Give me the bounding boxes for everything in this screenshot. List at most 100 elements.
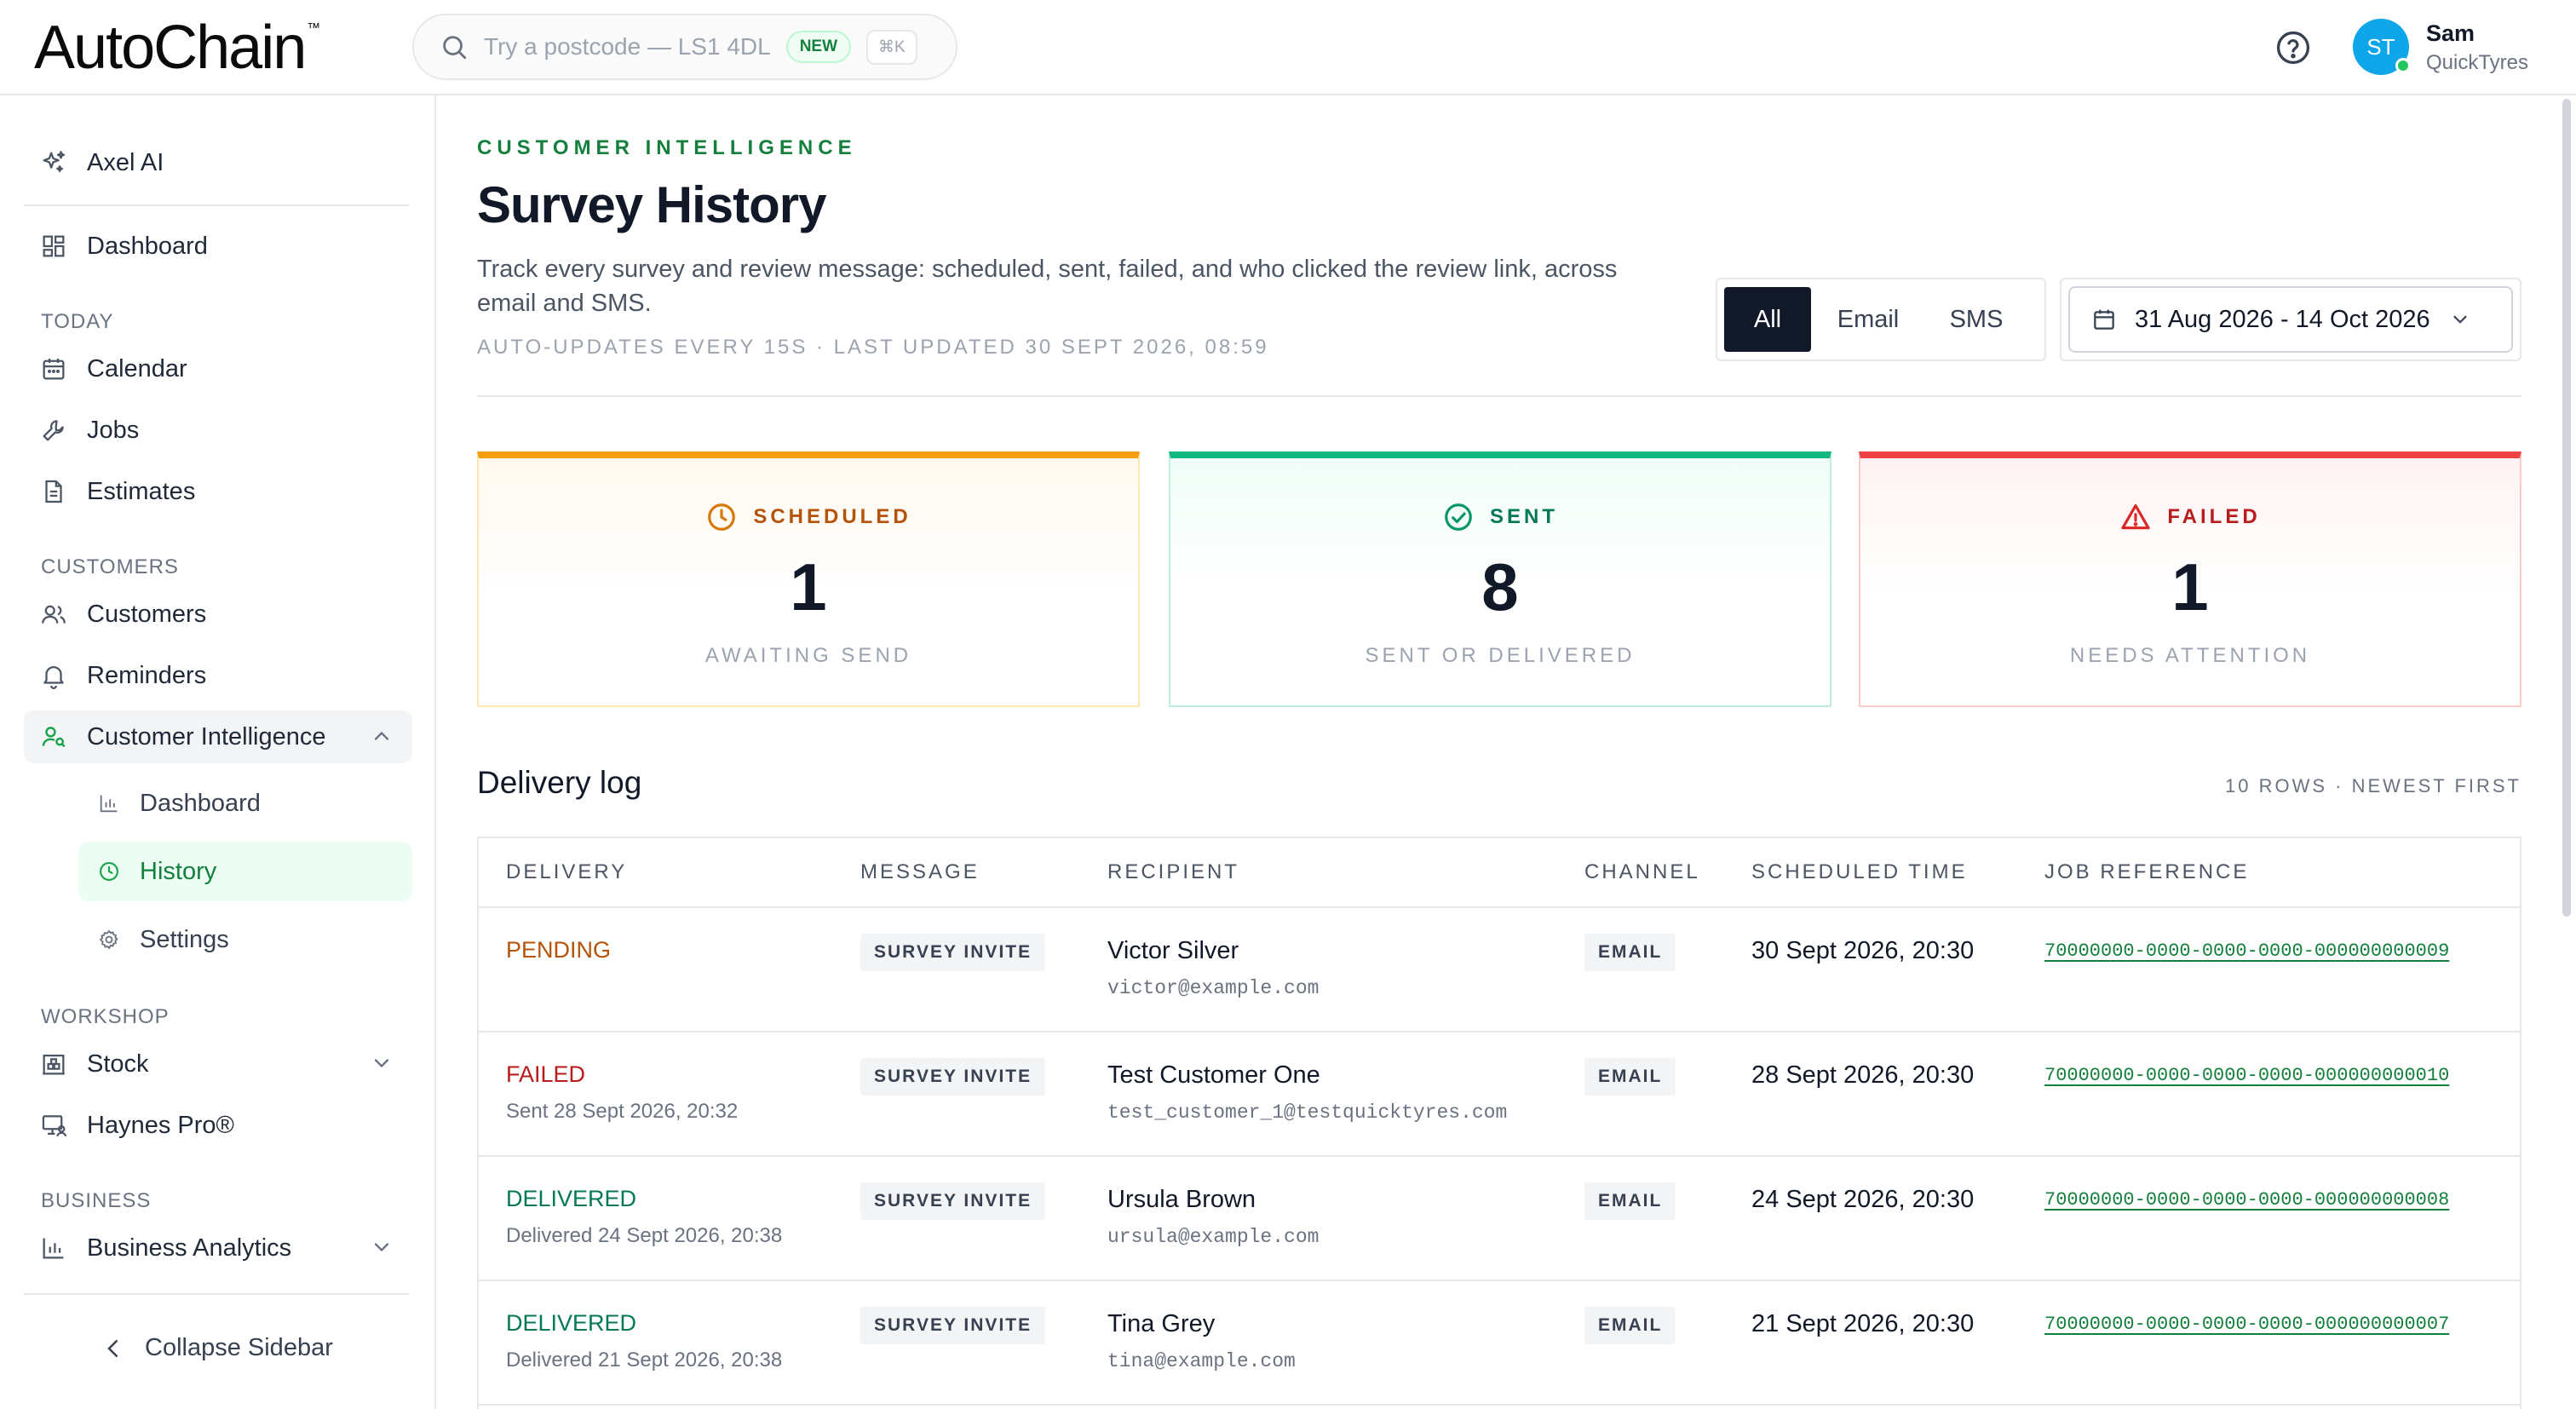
- stat-caption: SENT OR DELIVERED: [1365, 644, 1636, 667]
- sidebar-divider: [24, 204, 409, 206]
- table-row[interactable]: FAILED Sent 28 Sept 2026, 20:32 SURVEY I…: [479, 1032, 2520, 1157]
- message-type-tag: SURVEY INVITE: [860, 934, 1046, 971]
- scheduled-time: 30 Sept 2026, 20:30: [1751, 937, 1975, 964]
- sidebar-item-calendar[interactable]: Calendar: [24, 342, 412, 395]
- document-icon: [45, 480, 62, 503]
- warehouse-icon: [43, 1054, 65, 1075]
- search-placeholder: Try a postcode — LS1 4DL: [484, 33, 771, 60]
- filter-sms[interactable]: SMS: [1925, 287, 2027, 352]
- page-description: Track every survey and review message: s…: [477, 256, 1618, 317]
- filter-all[interactable]: All: [1724, 287, 1811, 352]
- collapse-sidebar-button[interactable]: Collapse Sidebar: [101, 1334, 333, 1362]
- sidebar-item-jobs[interactable]: Jobs: [24, 404, 412, 457]
- column-header-delivery: DELIVERY: [506, 860, 628, 883]
- sidebar-item-reminders[interactable]: Reminders: [24, 649, 412, 702]
- date-range-value: 31 Aug 2026 - 14 Oct 2026: [2135, 305, 2430, 333]
- bar-chart-icon: [100, 795, 118, 813]
- recipient-email: tina@example.com: [1107, 1350, 1296, 1372]
- sidebar: Axel AI Dashboard TODAY Calendar Jobs Es…: [0, 95, 436, 1409]
- help-icon[interactable]: [2274, 29, 2312, 66]
- user-insight-icon: [42, 727, 66, 748]
- delivery-log-meta: 10 ROWS · NEWEST FIRST: [2225, 775, 2521, 797]
- recipient-email: victor@example.com: [1107, 977, 1320, 999]
- chevron-down-icon: [374, 1059, 389, 1068]
- user-organisation: QuickTyres: [2426, 51, 2529, 74]
- chevron-down-icon: [374, 1243, 389, 1252]
- date-range-picker: 31 Aug 2026 - 14 Oct 2026: [2060, 278, 2521, 361]
- autochain-logo[interactable]: Auto Chain ™: [34, 12, 320, 83]
- delivery-status-detail: Delivered 21 Sept 2026, 20:38: [506, 1349, 783, 1372]
- recipient-name: Ursula Brown: [1107, 1186, 1256, 1213]
- bell-icon: [43, 666, 64, 689]
- stat-label: SENT: [1489, 505, 1558, 528]
- sidebar-item-estimates[interactable]: Estimates: [24, 465, 412, 518]
- table-row[interactable]: PENDING SURVEY INVITE Victor Silver vict…: [479, 908, 2520, 1032]
- clock-icon: [708, 503, 736, 531]
- delivery-status: PENDING: [506, 937, 612, 963]
- user-name[interactable]: Sam: [2426, 20, 2475, 47]
- delivery-log-title: Delivery log: [477, 765, 642, 800]
- sidebar-divider: [24, 1293, 409, 1295]
- stat-value: 1: [790, 549, 827, 624]
- section-today: TODAY: [41, 310, 114, 333]
- job-reference-link[interactable]: 70000000-0000-0000-0000-000000000009: [2044, 940, 2449, 962]
- channel-tag: EMAIL: [1584, 934, 1676, 971]
- page-title: Survey History: [477, 176, 827, 233]
- delivery-status-detail: Sent 28 Sept 2026, 20:32: [506, 1100, 739, 1123]
- channel-tag: EMAIL: [1584, 1182, 1676, 1220]
- sidebar-item-dashboard[interactable]: Dashboard: [24, 220, 412, 273]
- chevron-down-icon: [2453, 315, 2467, 324]
- search-bar[interactable]: Try a postcode — LS1 4DL NEW ⌘K: [412, 14, 957, 80]
- date-range-button[interactable]: 31 Aug 2026 - 14 Oct 2026: [2068, 286, 2513, 353]
- wrench-icon: [43, 420, 64, 441]
- scheduled-time: 28 Sept 2026, 20:30: [1751, 1061, 1975, 1089]
- job-reference-link[interactable]: 70000000-0000-0000-0000-000000000007: [2044, 1314, 2449, 1335]
- sidebar-item-customers[interactable]: Customers: [24, 588, 412, 641]
- page-eyebrow: CUSTOMER INTELLIGENCE: [477, 136, 857, 159]
- filter-email[interactable]: Email: [1811, 287, 1925, 352]
- job-reference-link[interactable]: 70000000-0000-0000-0000-000000000010: [2044, 1065, 2449, 1086]
- recipient-email: test_customer_1@testquicktyres.com: [1107, 1101, 1508, 1124]
- stat-label: SCHEDULED: [753, 505, 911, 528]
- sidebar-item-customer-intelligence[interactable]: Customer Intelligence: [24, 710, 412, 763]
- sidebar-subitem-ci-dashboard[interactable]: Dashboard: [78, 774, 412, 833]
- section-workshop: WORKSHOP: [41, 1005, 170, 1028]
- sidebar-subitem-settings[interactable]: Settings: [78, 910, 412, 969]
- header-divider: [477, 395, 2521, 397]
- clock-icon: [100, 862, 118, 881]
- new-badge: NEW: [785, 31, 852, 63]
- delivery-status-detail: Delivered 24 Sept 2026, 20:38: [506, 1224, 783, 1247]
- table-row[interactable]: DELIVERED Delivered 24 Sept 2026, 20:38 …: [479, 1157, 2520, 1281]
- stat-card-sent: SENT 8 SENT OR DELIVERED: [1169, 451, 1831, 707]
- channel-tag: EMAIL: [1584, 1058, 1676, 1096]
- stat-caption: NEEDS ATTENTION: [2069, 644, 2311, 667]
- chevron-left-icon: [107, 1339, 118, 1357]
- search-icon: [443, 36, 467, 60]
- sidebar-item-stock[interactable]: Stock: [24, 1038, 412, 1090]
- stat-value: 1: [2171, 549, 2209, 624]
- job-reference-link[interactable]: 70000000-0000-0000-0000-000000000008: [2044, 1189, 2449, 1211]
- users-icon: [42, 605, 66, 624]
- scheduled-time: 24 Sept 2026, 20:30: [1751, 1186, 1975, 1213]
- scheduled-time: 21 Sept 2026, 20:30: [1751, 1310, 1975, 1337]
- message-type-tag: SURVEY INVITE: [860, 1182, 1046, 1220]
- column-header-job-reference: JOB REFERENCE: [2044, 860, 2250, 883]
- delivery-status: FAILED: [506, 1061, 586, 1087]
- page-scrollbar[interactable]: [2562, 99, 2571, 917]
- delivery-status: DELIVERED: [506, 1186, 637, 1211]
- gear-icon: [99, 929, 118, 950]
- table-row[interactable]: DELIVERED Delivered 21 Sept 2026, 20:38 …: [479, 1281, 2520, 1406]
- avatar[interactable]: ST: [2353, 19, 2411, 75]
- column-header-recipient: RECIPIENT: [1107, 860, 1240, 883]
- sidebar-item-business-analytics[interactable]: Business Analytics: [24, 1222, 412, 1274]
- stat-label: FAILED: [2167, 505, 2261, 528]
- message-type-tag: SURVEY INVITE: [860, 1307, 1046, 1344]
- sidebar-subitem-history[interactable]: History: [78, 842, 412, 901]
- stat-value: 8: [1481, 549, 1519, 624]
- sidebar-item-axel-ai[interactable]: Axel AI: [24, 136, 412, 189]
- sidebar-item-haynes-pro[interactable]: Haynes Pro®: [24, 1099, 412, 1152]
- channel-filter: All Email SMS: [1716, 278, 2046, 361]
- calendar-icon: [43, 358, 65, 380]
- recipient-name: Victor Silver: [1107, 937, 1239, 964]
- bar-chart-icon: [43, 1238, 64, 1259]
